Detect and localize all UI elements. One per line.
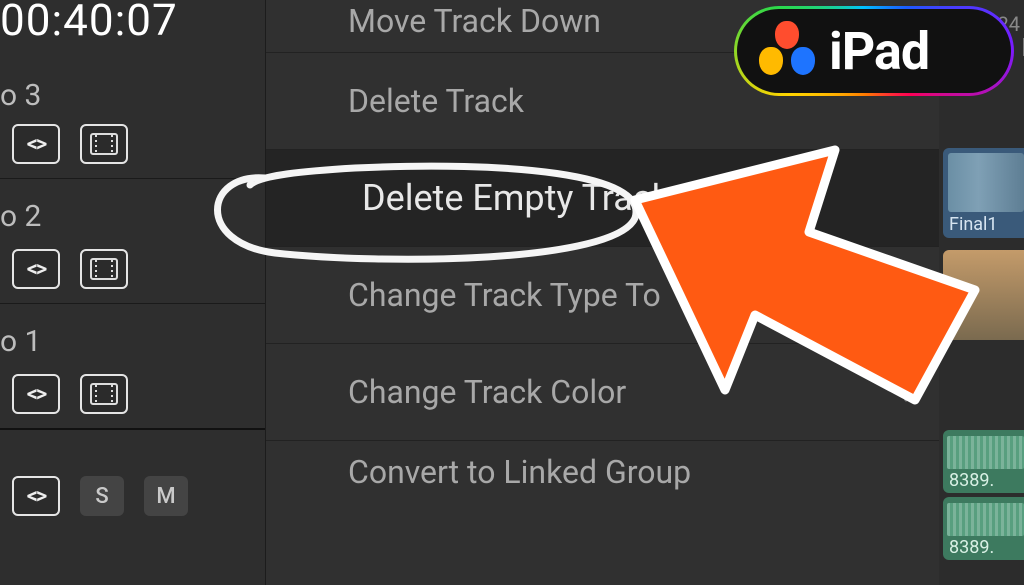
menu-item-change-track-type[interactable]: Change Track Type To bbox=[266, 247, 939, 344]
auto-select-icon[interactable]: <> bbox=[12, 476, 60, 516]
clip-view-icon[interactable] bbox=[80, 374, 128, 414]
auto-select-icon[interactable]: <> bbox=[12, 249, 60, 289]
menu-item-label: Move Track Down bbox=[348, 2, 601, 40]
track-label: o 1 bbox=[0, 324, 41, 359]
clip-view-icon[interactable] bbox=[80, 124, 128, 164]
menu-item-label: Delete Empty Tracks bbox=[362, 177, 689, 219]
menu-item-label: Change Track Color bbox=[348, 373, 626, 411]
menu-item-label: Convert to Linked Group bbox=[348, 453, 691, 491]
clip-label: 8389. bbox=[949, 537, 994, 558]
track-header[interactable]: o 2 <> bbox=[0, 178, 265, 303]
chevron-right-icon bbox=[896, 382, 916, 402]
track-header[interactable]: o 1 <> bbox=[0, 303, 265, 428]
menu-item-convert-linked-group[interactable]: Convert to Linked Group bbox=[266, 441, 939, 491]
timeline-clip[interactable]: Final1 bbox=[943, 148, 1024, 238]
clip-label: 8389. bbox=[949, 470, 994, 491]
mute-button[interactable]: M bbox=[144, 476, 188, 516]
auto-select-icon[interactable]: <> bbox=[12, 374, 60, 414]
timeline-clip[interactable]: 8389. bbox=[943, 497, 1024, 560]
menu-item-label: Delete Track bbox=[348, 82, 524, 120]
track-header[interactable]: o 3 <> bbox=[0, 58, 265, 178]
menu-item-label: Change Track Type To bbox=[348, 276, 661, 314]
track-label: o 2 bbox=[0, 199, 41, 234]
track-header-panel: 00:40:07 o 3 <> o 2 <> o 1 <> < bbox=[0, 0, 265, 585]
auto-select-icon[interactable]: <> bbox=[12, 124, 60, 164]
solo-button[interactable]: S bbox=[80, 476, 124, 516]
menu-item-change-track-color[interactable]: Change Track Color bbox=[266, 344, 939, 441]
davinci-ipad-badge: iPad bbox=[734, 6, 1014, 96]
davinci-logo-icon bbox=[755, 19, 819, 83]
chevron-right-icon bbox=[896, 285, 916, 305]
clip-view-icon[interactable] bbox=[80, 249, 128, 289]
badge-text: iPad bbox=[829, 21, 929, 82]
timeline-clip[interactable]: 8389. bbox=[943, 430, 1024, 493]
timecode-display: 00:40:07 bbox=[0, 0, 178, 46]
track-label: o 3 bbox=[0, 78, 41, 113]
track-header[interactable]: <> S M bbox=[0, 428, 265, 553]
menu-item-delete-empty-tracks[interactable]: Delete Empty Tracks bbox=[266, 150, 939, 247]
clip-label: Final1 bbox=[949, 214, 998, 235]
timeline-clip[interactable] bbox=[943, 250, 1024, 340]
track-list: o 3 <> o 2 <> o 1 <> <> S M bbox=[0, 58, 265, 553]
